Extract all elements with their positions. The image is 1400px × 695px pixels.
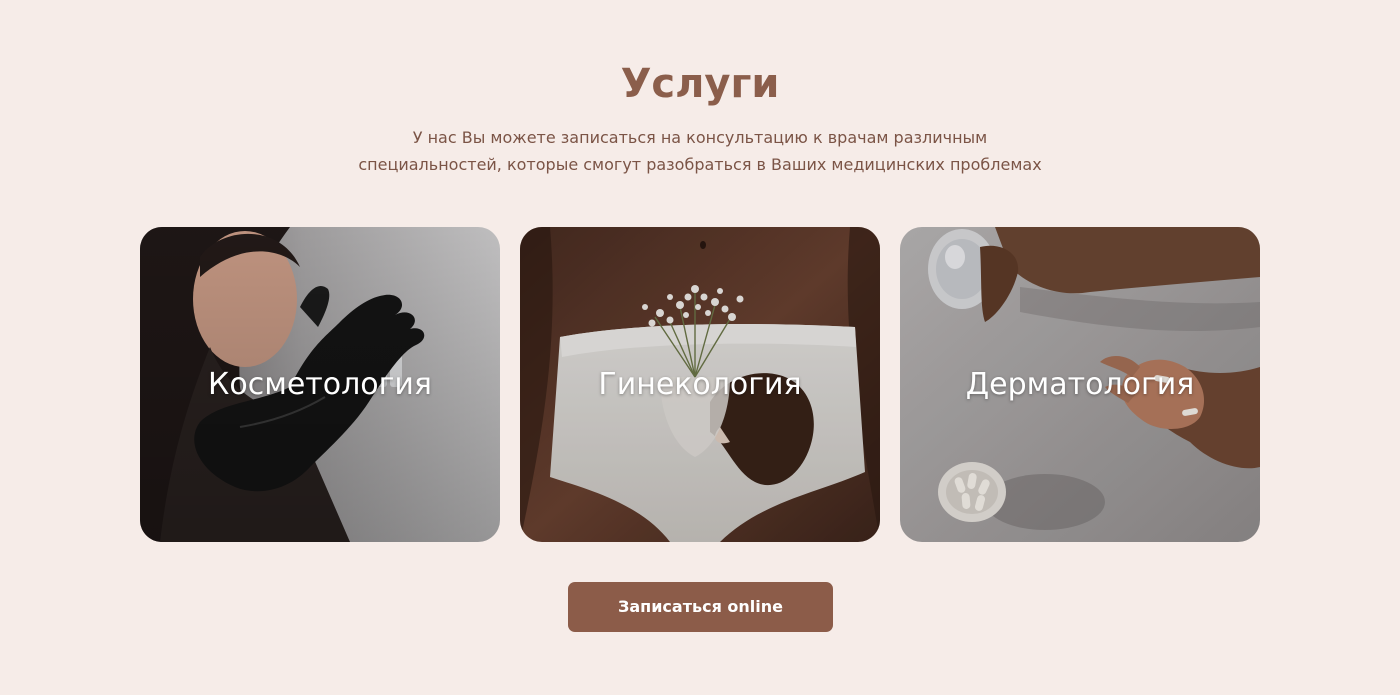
- service-card-dermatology[interactable]: Дерматология: [900, 227, 1260, 542]
- service-card-label: Гинекология: [598, 367, 802, 402]
- service-card-cosmetology[interactable]: Косметология: [140, 227, 500, 542]
- page-title: Услуги: [620, 61, 780, 107]
- services-description-line: специальностей, которые смогут разобрать…: [358, 155, 1042, 174]
- service-card-label: Косметология: [208, 367, 432, 402]
- services-section: Услуги У нас Вы можете записаться на кон…: [0, 0, 1400, 695]
- services-description: У нас Вы можете записаться на консультац…: [300, 124, 1100, 178]
- book-online-button[interactable]: Записаться online: [568, 582, 833, 632]
- service-cards: Косметология Гинекология Дерматология: [140, 227, 1260, 542]
- service-card-gynecology[interactable]: Гинекология: [520, 227, 880, 542]
- services-description-line: У нас Вы можете записаться на консультац…: [412, 128, 988, 147]
- service-card-label: Дерматология: [965, 367, 1195, 402]
